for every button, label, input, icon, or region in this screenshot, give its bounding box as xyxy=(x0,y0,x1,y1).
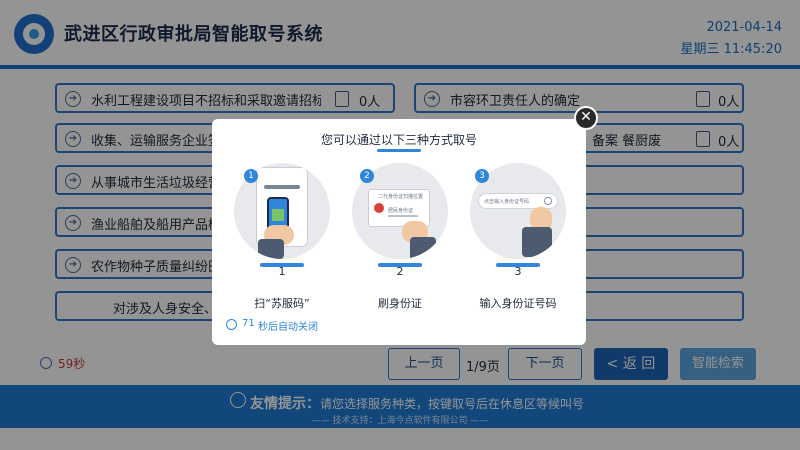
step-badge: 1 xyxy=(244,169,258,183)
step-badge: 2 xyxy=(360,169,374,183)
close-icon[interactable]: ✕ xyxy=(574,106,598,130)
clock-icon xyxy=(226,319,237,330)
sleeve-shape xyxy=(522,227,552,257)
kiosk-slot xyxy=(264,185,300,189)
qr-code-icon xyxy=(272,209,284,221)
step-number: 2 xyxy=(396,265,404,278)
card-caption: 二代身份证扫描位置 xyxy=(378,194,424,200)
auto-close-text: 秒后自动关闭 xyxy=(258,322,318,333)
step-number: 1 xyxy=(278,265,286,278)
search-icon xyxy=(544,197,552,205)
title-underline xyxy=(377,149,421,152)
step-badge: 3 xyxy=(475,169,489,183)
method-label: 刷身份证 xyxy=(378,297,422,310)
ticket-method-dialog: 您可以通过以下三种方式取号 1 1 扫“苏服码” 二代身份证扫描位置 居民身份证… xyxy=(212,119,586,345)
dialog-title: 您可以通过以下三种方式取号 xyxy=(320,133,477,147)
method-label: 输入身份证号码 xyxy=(479,297,557,310)
search-placeholder: 点击输入身份证号码 xyxy=(484,199,530,205)
method-label: 扫“苏服码” xyxy=(254,297,310,310)
sleeve-shape xyxy=(258,239,284,259)
card-line xyxy=(388,215,418,217)
sleeve-shape xyxy=(410,237,436,259)
emblem-icon xyxy=(374,203,384,213)
step-number: 3 xyxy=(514,265,522,278)
card-inner-text: 居民身份证 xyxy=(388,208,414,214)
auto-close-seconds: 71 xyxy=(242,318,255,329)
